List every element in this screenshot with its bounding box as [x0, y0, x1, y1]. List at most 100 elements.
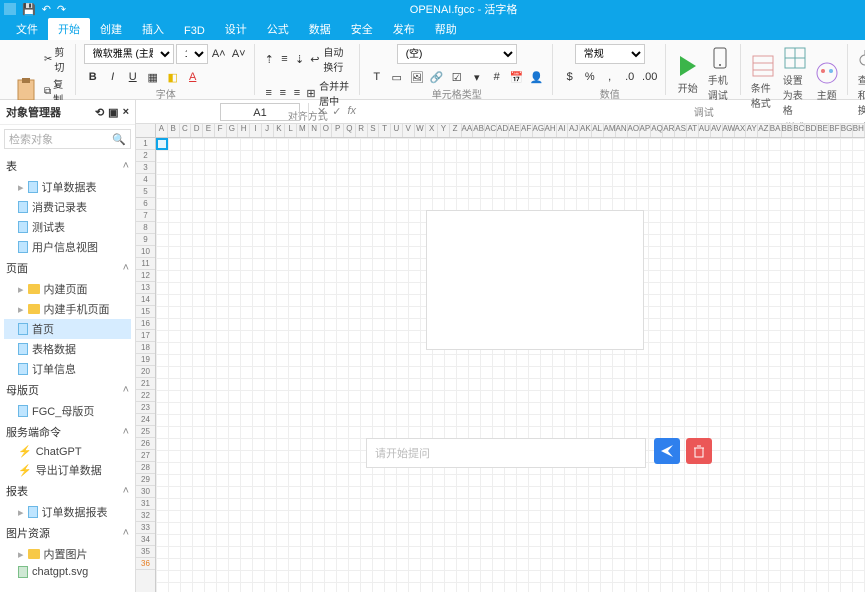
- col-header[interactable]: AO: [628, 124, 640, 137]
- align-bottom-icon[interactable]: ⇣: [293, 50, 306, 68]
- table-item-consume[interactable]: 消费记录表: [4, 197, 131, 217]
- row-header[interactable]: 22: [136, 390, 155, 402]
- mobile-debug-button[interactable]: 手机调试: [706, 44, 734, 104]
- row-header[interactable]: 19: [136, 354, 155, 366]
- row-header[interactable]: 13: [136, 282, 155, 294]
- decrease-font-icon[interactable]: A˅: [230, 45, 248, 63]
- col-header[interactable]: AZ: [758, 124, 770, 137]
- celltype-image-icon[interactable]: 🖼: [408, 68, 426, 86]
- col-header[interactable]: AG: [533, 124, 545, 137]
- row-header[interactable]: 6: [136, 198, 155, 210]
- master-item-fgc[interactable]: FGC_母版页: [4, 401, 131, 421]
- column-headers[interactable]: ABCDEFGHIJKLMNOPQRSTUVWXYZAAABACADAEAFAG…: [156, 124, 865, 138]
- col-header[interactable]: BB: [782, 124, 794, 137]
- col-header[interactable]: E: [203, 124, 215, 137]
- section-report[interactable]: 报表˄: [4, 480, 131, 502]
- col-header[interactable]: Y: [438, 124, 450, 137]
- align-middle-icon[interactable]: ≡: [278, 50, 291, 68]
- cells[interactable]: 请开始提问: [156, 138, 865, 592]
- section-tables[interactable]: 表˄: [4, 155, 131, 177]
- refresh-icon[interactable]: ⟲: [95, 106, 104, 119]
- table-item-test[interactable]: 测试表: [4, 217, 131, 237]
- section-images[interactable]: 图片资源˄: [4, 522, 131, 544]
- row-header[interactable]: 20: [136, 366, 155, 378]
- col-header[interactable]: B: [168, 124, 180, 137]
- border-button[interactable]: ▦: [144, 68, 162, 86]
- col-header[interactable]: AI: [557, 124, 569, 137]
- col-header[interactable]: AD: [497, 124, 509, 137]
- collapse-icon[interactable]: ▣: [108, 106, 118, 119]
- active-cell[interactable]: [156, 138, 168, 150]
- row-header[interactable]: 12: [136, 270, 155, 282]
- row-header[interactable]: 36: [136, 558, 155, 570]
- tab-file[interactable]: 文件: [6, 18, 48, 40]
- italic-button[interactable]: I: [104, 68, 122, 86]
- row-header[interactable]: 10: [136, 246, 155, 258]
- celltype-button-icon[interactable]: ▭: [388, 68, 406, 86]
- row-header[interactable]: 25: [136, 426, 155, 438]
- row-header[interactable]: 32: [136, 510, 155, 522]
- dec-inc-icon[interactable]: .0: [621, 68, 639, 86]
- celltype-date-icon[interactable]: 📅: [508, 68, 526, 86]
- number-format-select[interactable]: 常规: [575, 44, 645, 64]
- row-header[interactable]: 24: [136, 414, 155, 426]
- row-headers[interactable]: 1234567891011121314151617181920212223242…: [136, 138, 156, 592]
- col-header[interactable]: AL: [592, 124, 604, 137]
- folder-builtin-images[interactable]: ▸内置图片: [4, 544, 131, 564]
- col-header[interactable]: F: [215, 124, 227, 137]
- tab-home[interactable]: 开始: [48, 18, 90, 40]
- row-header[interactable]: 11: [136, 258, 155, 270]
- page-item-orderinfo[interactable]: 订单信息: [4, 359, 131, 379]
- row-header[interactable]: 9: [136, 234, 155, 246]
- fx-icon[interactable]: fx: [347, 105, 356, 118]
- col-header[interactable]: D: [191, 124, 203, 137]
- font-family-select[interactable]: 微软雅黑 (主题): [84, 44, 174, 64]
- row-header[interactable]: 15: [136, 306, 155, 318]
- col-header[interactable]: T: [379, 124, 391, 137]
- img-item-chatgpt[interactable]: chatgpt.svg: [4, 564, 131, 580]
- celltype-combo-icon[interactable]: ▾: [468, 68, 486, 86]
- col-header[interactable]: S: [368, 124, 380, 137]
- percent-icon[interactable]: %: [581, 68, 599, 86]
- col-header[interactable]: X: [426, 124, 438, 137]
- svc-item-chatgpt[interactable]: ⚡ChatGPT: [4, 443, 131, 460]
- col-header[interactable]: I: [250, 124, 262, 137]
- section-master[interactable]: 母版页˄: [4, 379, 131, 401]
- col-header[interactable]: AA: [462, 124, 474, 137]
- fill-color-button[interactable]: ◧: [164, 68, 182, 86]
- tab-f3d[interactable]: F3D: [174, 22, 215, 40]
- start-button[interactable]: 开始: [674, 52, 702, 97]
- col-header[interactable]: R: [356, 124, 368, 137]
- col-header[interactable]: BH: [853, 124, 865, 137]
- col-header[interactable]: AY: [746, 124, 758, 137]
- grid[interactable]: ABCDEFGHIJKLMNOPQRSTUVWXYZAAABACADAEAFAG…: [136, 124, 865, 592]
- col-header[interactable]: AN: [616, 124, 628, 137]
- col-header[interactable]: AF: [521, 124, 533, 137]
- col-header[interactable]: V: [403, 124, 415, 137]
- send-button[interactable]: [654, 438, 680, 464]
- row-header[interactable]: 14: [136, 294, 155, 306]
- tab-insert[interactable]: 插入: [132, 18, 174, 40]
- tab-help[interactable]: 帮助: [425, 18, 467, 40]
- row-header[interactable]: 17: [136, 330, 155, 342]
- row-header[interactable]: 23: [136, 402, 155, 414]
- increase-font-icon[interactable]: A˄: [210, 45, 228, 63]
- col-header[interactable]: A: [156, 124, 168, 137]
- col-header[interactable]: L: [285, 124, 297, 137]
- font-color-button[interactable]: A: [184, 68, 202, 86]
- col-header[interactable]: AU: [699, 124, 711, 137]
- tab-data[interactable]: 数据: [299, 18, 341, 40]
- row-header[interactable]: 28: [136, 462, 155, 474]
- col-header[interactable]: BD: [805, 124, 817, 137]
- select-all-corner[interactable]: [136, 124, 156, 138]
- col-header[interactable]: AH: [545, 124, 557, 137]
- tab-create[interactable]: 创建: [90, 18, 132, 40]
- celltype-select[interactable]: (空): [397, 44, 517, 64]
- col-header[interactable]: H: [238, 124, 250, 137]
- col-header[interactable]: AQ: [651, 124, 663, 137]
- col-header[interactable]: AM: [604, 124, 616, 137]
- table-item-orders[interactable]: ▸订单数据表: [4, 177, 131, 197]
- row-header[interactable]: 1: [136, 138, 155, 150]
- col-header[interactable]: C: [180, 124, 192, 137]
- tab-design[interactable]: 设计: [215, 18, 257, 40]
